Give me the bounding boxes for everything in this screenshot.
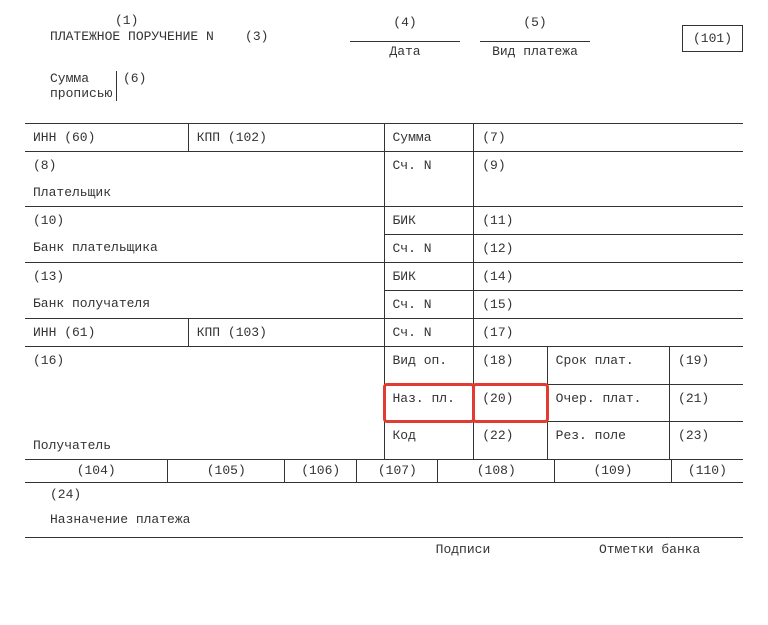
sum-label: Сумма xyxy=(384,124,474,152)
ref-24: (24) xyxy=(25,487,743,502)
kpp-payer: КПП (102) xyxy=(188,124,384,152)
bank-payer-ref: (10) xyxy=(33,213,376,228)
payer-label: Плательщик xyxy=(33,185,376,200)
amount-label-1: Сумма xyxy=(50,71,89,86)
vidop-ref: (18) xyxy=(474,347,547,385)
acc2-ref: (12) xyxy=(474,235,743,263)
ref-1: (1) xyxy=(115,13,138,28)
rez-ref: (23) xyxy=(670,422,743,460)
nazpl-ref: (20) xyxy=(474,384,547,422)
nazpl-label: Наз. пл. xyxy=(384,384,474,422)
amount-ref: (6) xyxy=(117,71,146,101)
amount-label-2: прописью xyxy=(50,86,112,101)
code-110: (110) xyxy=(671,459,743,482)
code-107: (107) xyxy=(356,459,437,482)
payment-grid: ИНН (60) КПП (102) Сумма (7) (8) Платель… xyxy=(25,123,743,460)
box-101: (101) xyxy=(682,25,743,52)
code-109: (109) xyxy=(554,459,671,482)
bik2-ref: (14) xyxy=(474,263,743,291)
bik1-ref: (11) xyxy=(474,207,743,235)
acc2-label: Сч. N xyxy=(384,235,474,263)
ocher-label: Очер. плат. xyxy=(547,384,669,422)
vidop-label: Вид оп. xyxy=(384,347,474,385)
acc4-ref: (17) xyxy=(474,319,743,347)
purpose-label: Назначение платежа xyxy=(25,512,743,527)
acc3-ref: (15) xyxy=(474,291,743,319)
kind-ref: (5) xyxy=(523,15,546,30)
bank-payer-label: Банк плательщика xyxy=(33,240,376,255)
doc-title: ПЛАТЕЖНОЕ ПОРУЧЕНИЕ N xyxy=(50,29,214,44)
payee-ref: (16) xyxy=(33,353,376,368)
code-108: (108) xyxy=(437,459,554,482)
bank-payee-ref: (13) xyxy=(33,269,376,284)
code-104: (104) xyxy=(25,459,167,482)
bik2-label: БИК xyxy=(384,263,474,291)
bik1-label: БИК xyxy=(384,207,474,235)
kpp-payee: КПП (103) xyxy=(188,319,384,347)
inn-payee: ИНН (61) xyxy=(25,319,188,347)
date-ref: (4) xyxy=(393,15,416,30)
kod-ref: (22) xyxy=(474,422,547,460)
acc1-label: Сч. N xyxy=(384,152,474,207)
srok-label: Срок плат. xyxy=(547,347,669,385)
doc-number-ref: (3) xyxy=(245,29,268,44)
acc1-ref: (9) xyxy=(474,152,743,207)
acc4-label: Сч. N xyxy=(384,319,474,347)
bank-payee-label: Банк получателя xyxy=(33,296,376,311)
srok-ref: (19) xyxy=(670,347,743,385)
payment-kind-slot: (5) Вид платежа xyxy=(480,15,590,59)
rez-label: Рез. поле xyxy=(547,422,669,460)
sum-ref: (7) xyxy=(474,124,743,152)
date-slot: (4) Дата xyxy=(350,15,460,59)
codes-row: (104) (105) (106) (107) (108) (109) (110… xyxy=(25,459,743,483)
payee-label: Получатель xyxy=(33,438,376,453)
amount-in-words-row: Сумма прописью (6) xyxy=(25,71,743,101)
ocher-ref: (21) xyxy=(670,384,743,422)
kod-label: Код xyxy=(384,422,474,460)
acc3-label: Сч. N xyxy=(384,291,474,319)
code-105: (105) xyxy=(167,459,284,482)
inn-payer: ИНН (60) xyxy=(25,124,188,152)
signatures-label: Подписи xyxy=(370,542,557,557)
kind-label: Вид платежа xyxy=(480,44,590,59)
bank-notes-label: Отметки банка xyxy=(556,542,743,557)
payer-ref: (8) xyxy=(33,158,376,173)
code-106: (106) xyxy=(284,459,356,482)
date-label: Дата xyxy=(350,44,460,59)
footer-row: Подписи Отметки банка xyxy=(25,537,743,557)
